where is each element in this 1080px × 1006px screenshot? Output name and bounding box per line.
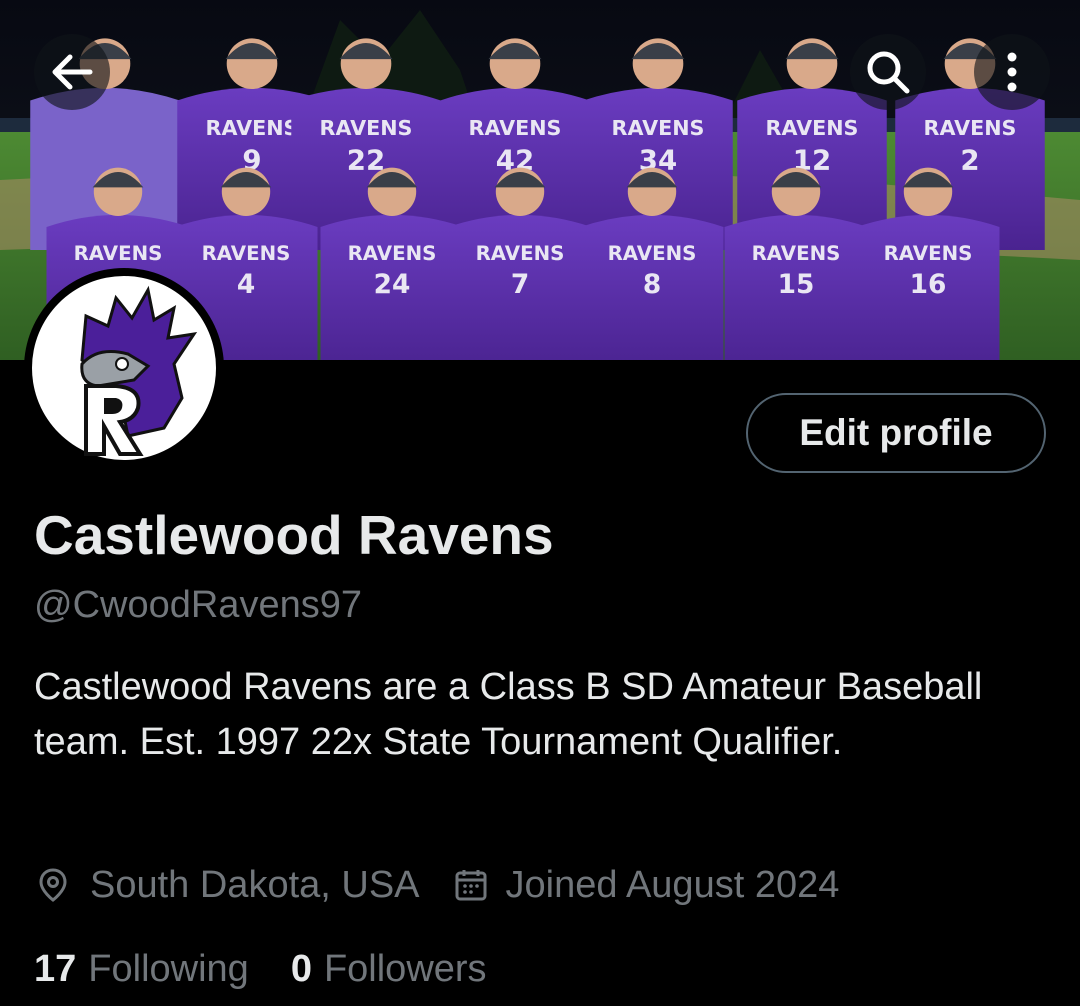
more-vertical-icon (1007, 52, 1017, 92)
jersey-number: 7 (511, 269, 529, 300)
calendar-icon (454, 868, 488, 902)
follow-stats: 17 Following 0 Followers (34, 944, 487, 994)
display-name: Castlewood Ravens (34, 504, 554, 566)
jersey-number: 16 (910, 269, 947, 300)
jersey-number: 4 (237, 269, 255, 300)
edit-profile-button[interactable]: Edit profile (746, 393, 1046, 473)
arrow-left-icon (52, 54, 93, 90)
following-label: Following (88, 947, 249, 990)
location-pin-icon (34, 866, 72, 904)
jersey-text: RAVENS (884, 242, 973, 265)
location: South Dakota, USA (34, 864, 420, 907)
jersey-number: 2 (960, 144, 979, 177)
jersey-number: 24 (374, 269, 411, 300)
following-count: 17 (34, 947, 77, 990)
joined-text: Joined August 2024 (505, 863, 840, 906)
more-options-button[interactable] (974, 34, 1050, 110)
jersey-number: 8 (643, 269, 661, 300)
jersey-text: RAVENS (766, 116, 859, 140)
jersey-text: RAVENS (202, 242, 291, 265)
jersey-number: 15 (778, 269, 815, 300)
jersey-text: RAVENS (752, 242, 841, 265)
profile-meta: South Dakota, USA Joined August 2024 (34, 860, 839, 910)
jersey-text: RAVENS (469, 116, 562, 140)
jersey-text: RAVENS (74, 242, 163, 265)
jersey-text: RAVENS (476, 242, 565, 265)
profile-bio: Castlewood Ravens are a Class B SD Amate… (34, 666, 983, 763)
search-icon (867, 51, 910, 94)
followers-count: 0 (290, 947, 312, 990)
avatar[interactable] (24, 268, 224, 468)
jersey-text: RAVENS (348, 242, 437, 265)
search-button[interactable] (850, 34, 926, 110)
back-button[interactable] (34, 34, 110, 110)
followers-link[interactable]: 0 Followers (291, 948, 487, 991)
jersey-text: RAVENS (320, 116, 413, 140)
join-date: Joined August 2024 (454, 863, 840, 907)
following-link[interactable]: 17 Following (34, 948, 249, 991)
followers-label: Followers (323, 947, 487, 990)
username-handle: @CwoodRavens97 (34, 584, 362, 626)
location-text: South Dakota, USA (90, 863, 420, 906)
jersey-text: RAVENS (924, 116, 1017, 140)
jersey-text: RAVENS (608, 242, 697, 265)
jersey-text: RAVENS (612, 116, 705, 140)
jersey-text: RAVENS (206, 116, 299, 140)
raven-logo (32, 276, 216, 460)
